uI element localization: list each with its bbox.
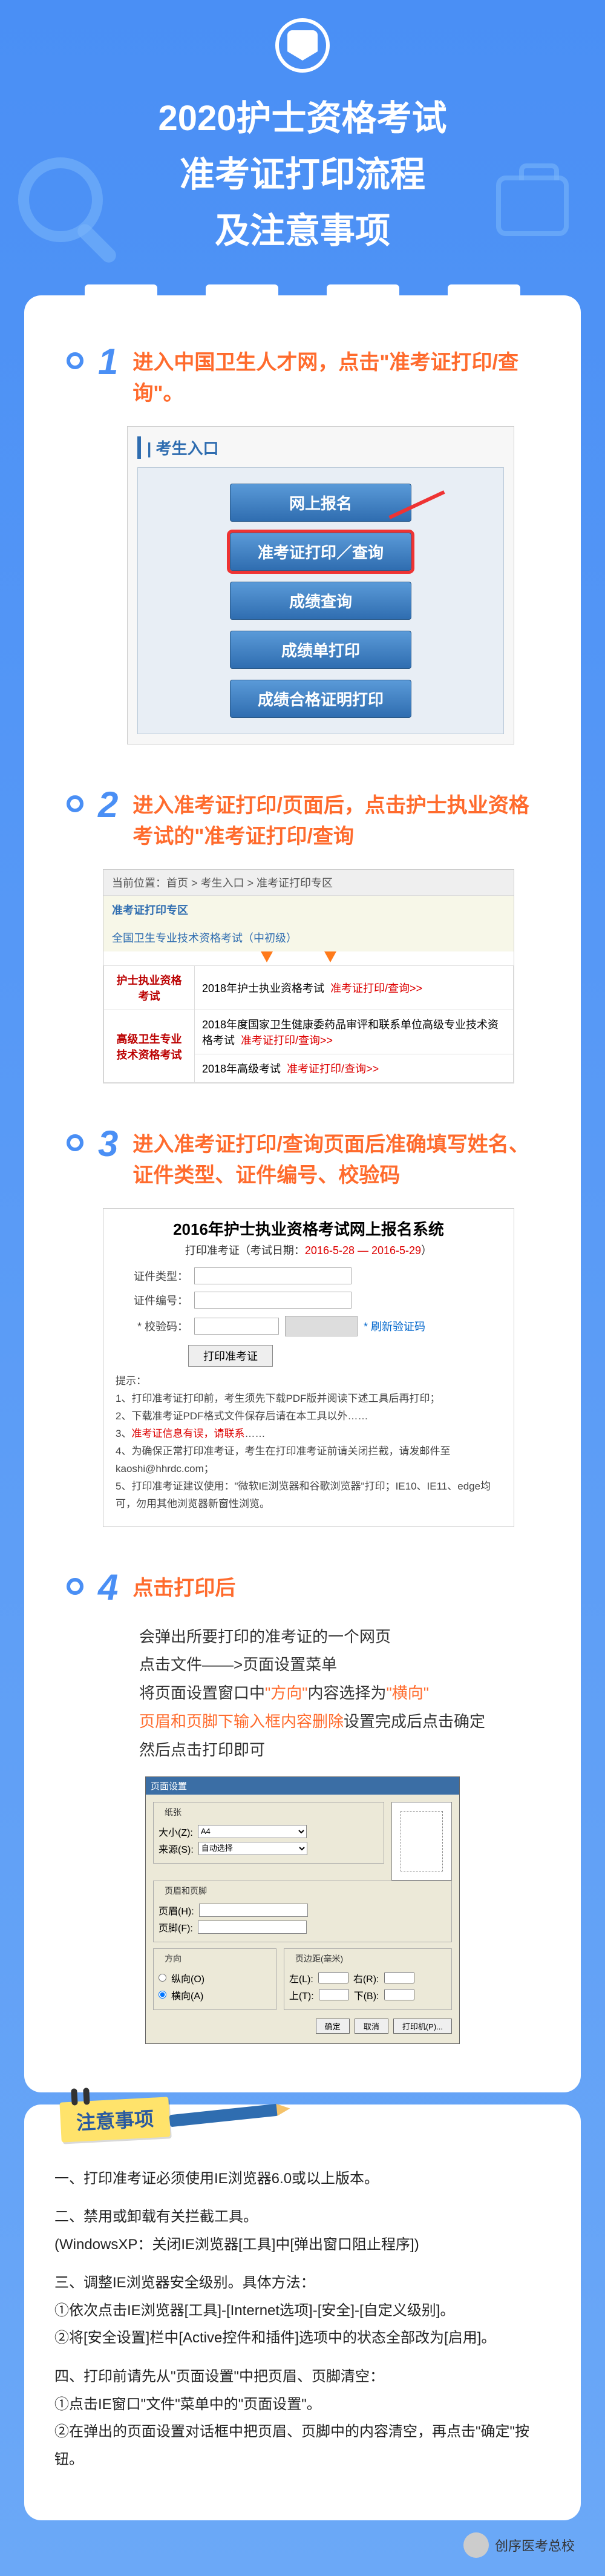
pencil-icon: [169, 2103, 278, 2127]
step-bullet: [67, 352, 83, 369]
step-title: 进入准考证打印/页面后，点击护士执业资格考试的"准考证打印/查询: [132, 787, 538, 852]
print-link[interactable]: 准考证打印/查询>>: [330, 982, 422, 994]
step-bullet: [67, 795, 83, 812]
screenshot-form: 2016年护士执业资格考试网上报名系统 打印准考证（考试日期：2016-5-28…: [103, 1208, 514, 1526]
note-item: 四、打印前请先从"页面设置"中把页眉、页脚清空： ①点击IE窗口"文件"菜单中的…: [54, 2363, 551, 2473]
portal-btn-cert-print[interactable]: 成绩合格证明打印: [230, 680, 411, 718]
step-bullet: [67, 1134, 83, 1151]
select-paper-size[interactable]: A4: [198, 1825, 307, 1838]
logo-shield-icon: [287, 30, 318, 61]
exam-table: 护士执业资格考试 2018年护士执业资格考试 准考证打印/查询>> 高级卫生专业…: [103, 965, 514, 1083]
ok-button[interactable]: 确定: [316, 2019, 350, 2034]
step-number: 3: [98, 1126, 118, 1162]
step-3: 3 进入准考证打印/查询页面后准确填写姓名、证件类型、证件编号、校验码 2016…: [24, 1108, 581, 1551]
select-paper-source[interactable]: 自动选择: [198, 1842, 307, 1855]
clipboard-icon: [496, 176, 569, 236]
dialog-titlebar: 页面设置: [146, 1777, 459, 1795]
step-body: 会弹出所要打印的准考证的一个网页 点击文件——>页面设置菜单 将页面设置窗口中"…: [67, 1623, 538, 1764]
step-2: 2 进入准考证打印/页面后，点击护士执业资格考试的"准考证打印/查询 当前位置：…: [24, 769, 581, 1108]
step-title: 进入中国卫生人才网，点击"准考证打印/查询"。: [132, 344, 538, 409]
input-id-number[interactable]: [194, 1292, 352, 1309]
label-type: 证件类型：: [116, 1268, 188, 1284]
group-headerfooter: 页眉和页脚: [162, 1885, 209, 1897]
print-link[interactable]: 准考证打印/查询>>: [241, 1034, 333, 1046]
refresh-captcha-link[interactable]: * 刷新验证码: [364, 1318, 425, 1334]
label-captcha: * 校验码：: [116, 1318, 188, 1334]
account-name: 创序医考总校: [495, 2535, 575, 2555]
portal-header: | 考生入口: [137, 436, 504, 459]
magnifier-icon: [18, 157, 103, 242]
sheet-tabs-decoration: [24, 284, 581, 309]
printer-button[interactable]: 打印机(P)...: [393, 2019, 452, 2034]
group-orientation: 方向: [162, 1953, 184, 1965]
step-number: 2: [98, 787, 118, 823]
exam-category: 高级卫生专业技术资格考试: [104, 1010, 195, 1083]
exam-name: 2018年高级考试: [202, 1063, 281, 1075]
page-title: 2020护士资格考试 准考证打印流程 及注意事项: [0, 85, 605, 283]
notes-tag: 注意事项: [59, 2097, 170, 2142]
input-header[interactable]: [199, 1904, 308, 1917]
portal-btn-print-query[interactable]: 准考证打印／查询: [230, 533, 411, 571]
page-setup-dialog: 页面设置 纸张 大小(Z):A4 来源(S):自动选择 页眉和页脚 页眉(H):: [145, 1776, 460, 2044]
step-title: 点击打印后: [132, 1569, 538, 1604]
note-item: 三、调整IE浏览器安全级别。具体方法： ①依次点击IE浏览器[工具]-[Inte…: [54, 2269, 551, 2352]
notes-body: 一、打印准考证必须使用IE浏览器6.0或以上版本。 二、禁用或卸载有关拦截工具。…: [54, 2165, 551, 2474]
select-id-type[interactable]: [194, 1267, 352, 1284]
step-4: 4 点击打印后 会弹出所要打印的准考证的一个网页 点击文件——>页面设置菜单 将…: [24, 1551, 581, 2068]
step-number: 1: [98, 344, 118, 380]
portal-btn-score-print[interactable]: 成绩单打印: [230, 631, 411, 669]
label-id: 证件编号：: [116, 1292, 188, 1308]
group-margins: 页边距(毫米): [293, 1953, 345, 1965]
print-link[interactable]: 准考证打印/查询>>: [287, 1063, 379, 1075]
input-margin-right[interactable]: [384, 1972, 414, 1983]
page-preview: [391, 1802, 452, 1881]
wechat-avatar-icon: [463, 2532, 489, 2558]
input-margin-top[interactable]: [319, 1989, 349, 2000]
input-captcha[interactable]: [194, 1318, 279, 1335]
step-1: 1 进入中国卫生人才网，点击"准考证打印/查询"。 | 考生入口 网上报名 准考…: [24, 326, 581, 769]
notes-section: 注意事项 一、打印准考证必须使用IE浏览器6.0或以上版本。 二、禁用或卸载有关…: [24, 2104, 581, 2521]
note-item: 二、禁用或卸载有关拦截工具。 (WindowsXP：关闭IE浏览器[工具]中[弹…: [54, 2203, 551, 2258]
title-line-1: 2020护士资格考试: [0, 91, 605, 147]
exam-name: 2018年护士执业资格考试: [202, 982, 324, 994]
input-margin-left[interactable]: [318, 1972, 348, 1983]
logo-circle: [275, 18, 330, 73]
radio-landscape[interactable]: [159, 1991, 166, 1999]
captcha-image: [285, 1316, 358, 1336]
steps-sheet: 1 进入中国卫生人才网，点击"准考证打印/查询"。 | 考生入口 网上报名 准考…: [24, 295, 581, 2092]
form-notes: 提示： 1、打印准考证打印前，考生须先下载PDF版并阅读下述工具后再打印； 2、…: [103, 1367, 514, 1519]
portal-btn-signup[interactable]: 网上报名: [230, 484, 411, 522]
input-margin-bottom[interactable]: [384, 1989, 414, 2000]
header-logo: [0, 0, 605, 85]
step-bullet: [67, 1578, 83, 1595]
input-footer[interactable]: [198, 1920, 307, 1934]
form-title: 2016年护士执业资格考试网上报名系统: [103, 1209, 514, 1242]
form-subtitle: 打印准考证（考试日期：2016-5-28 — 2016-5-29）: [103, 1242, 514, 1264]
radio-portrait[interactable]: [159, 1974, 166, 1982]
screenshot-portal: | 考生入口 网上报名 准考证打印／查询 成绩查询 成绩单打印 成绩合格证明打印: [127, 426, 514, 744]
exam-category: 护士执业资格考试: [104, 966, 195, 1010]
table-row: 护士执业资格考试 2018年护士执业资格考试 准考证打印/查询>>: [104, 966, 514, 1010]
table-row: 高级卫生专业技术资格考试 2018年度国家卫生健康委药品审评和联系单位高级专业技…: [104, 1010, 514, 1054]
section-subheading: 全国卫生专业技术资格考试（中初级）: [103, 924, 514, 951]
screenshot-exam-list: 当前位置：首页 > 考生入口 > 准考证打印专区 准考证打印专区 全国卫生专业技…: [103, 869, 514, 1083]
step-title: 进入准考证打印/查询页面后准确填写姓名、证件类型、证件编号、校验码: [132, 1126, 538, 1191]
footer: 创序医考总校: [0, 2526, 605, 2576]
step-number: 4: [98, 1569, 118, 1606]
note-item: 一、打印准考证必须使用IE浏览器6.0或以上版本。: [54, 2165, 551, 2193]
group-paper: 纸张: [162, 1806, 184, 1818]
portal-btn-score-query[interactable]: 成绩查询: [230, 582, 411, 620]
breadcrumb: 当前位置：首页 > 考生入口 > 准考证打印专区: [103, 870, 514, 896]
section-heading: 准考证打印专区: [103, 896, 514, 924]
arrow-down-icon: [261, 951, 273, 962]
arrow-annotation: [103, 951, 514, 965]
cancel-button[interactable]: 取消: [355, 2019, 388, 2034]
arrow-down-icon: [324, 951, 336, 962]
print-ticket-button[interactable]: 打印准考证: [188, 1345, 273, 1367]
